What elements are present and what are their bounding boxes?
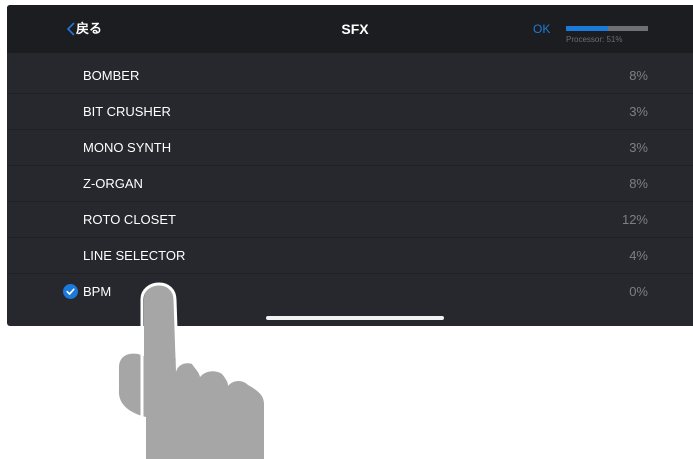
effect-name: ROTO CLOSET	[83, 212, 176, 227]
effect-list: BOMBER 8% BIT CRUSHER 3% MONO SYNTH 3% Z…	[7, 58, 693, 309]
effect-row-z-organ[interactable]: Z-ORGAN 8%	[7, 165, 693, 201]
effect-percent: 4%	[629, 248, 648, 263]
home-indicator	[266, 316, 444, 320]
effect-row-mono-synth[interactable]: MONO SYNTH 3%	[7, 129, 693, 165]
ok-button[interactable]: OK	[533, 21, 550, 37]
tap-hand-icon	[118, 282, 264, 459]
processor-meter-fill	[566, 26, 608, 31]
effect-percent: 0%	[629, 284, 648, 299]
effect-percent: 3%	[629, 104, 648, 119]
processor-meter	[566, 26, 648, 31]
effect-percent: 12%	[621, 212, 648, 227]
checkmark-circle-icon	[63, 284, 78, 299]
sfx-panel: 戻る SFX OK Processor: 51% BOMBER 8% BIT C…	[7, 5, 693, 326]
effect-name: BPM	[83, 284, 112, 299]
effect-name: Z-ORGAN	[83, 176, 143, 191]
effect-name: BOMBER	[83, 68, 140, 83]
effect-row-bomber[interactable]: BOMBER 8%	[7, 58, 693, 93]
processor-label: Processor: 51%	[566, 35, 623, 44]
navigation-bar: 戻る SFX OK Processor: 51%	[7, 5, 693, 53]
effect-row-bpm[interactable]: BPM 0%	[7, 273, 693, 309]
effect-row-roto-closet[interactable]: ROTO CLOSET 12%	[7, 201, 693, 237]
effect-percent: 3%	[629, 140, 648, 155]
effect-row-line-selector[interactable]: LINE SELECTOR 4%	[7, 237, 693, 273]
effect-name: MONO SYNTH	[83, 140, 172, 155]
effect-name: LINE SELECTOR	[83, 248, 186, 263]
effect-row-bit-crusher[interactable]: BIT CRUSHER 3%	[7, 93, 693, 129]
effect-percent: 8%	[629, 68, 648, 83]
effect-name: BIT CRUSHER	[83, 104, 171, 119]
effect-percent: 8%	[629, 176, 648, 191]
